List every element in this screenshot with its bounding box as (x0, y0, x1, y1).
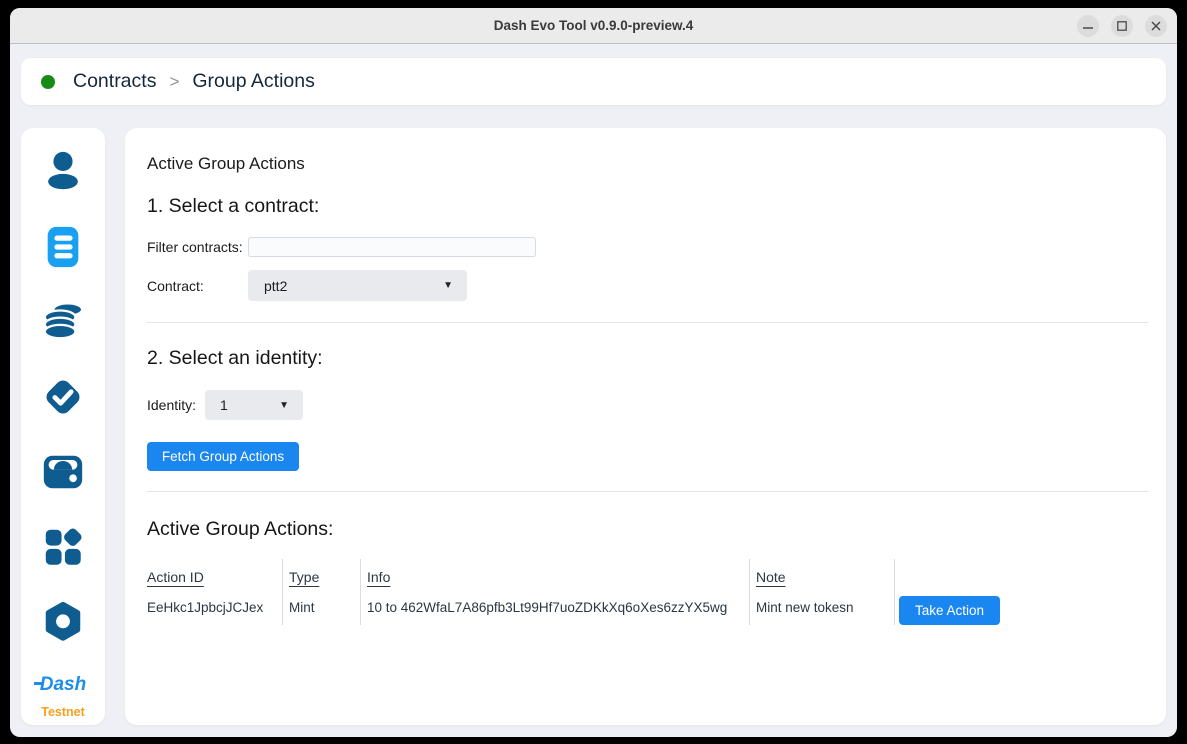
section-2-heading: 2. Select an identity: (147, 347, 1148, 370)
sidebar-item-tokens[interactable] (40, 299, 86, 345)
identity-select[interactable]: 1 ▼ (205, 390, 303, 420)
column-action-button: Take Action (895, 559, 1000, 625)
active-group-actions-heading: Active Group Actions: (147, 518, 1148, 541)
sidebar: Dash Testnet (21, 128, 105, 725)
sidebar-item-platform[interactable] (40, 599, 86, 645)
identity-label: Identity: (147, 397, 205, 413)
dash-logo: Dash (40, 674, 86, 696)
window-controls (1077, 15, 1167, 37)
table-header: Action ID (147, 559, 274, 595)
group-actions-table: Action ID EeHkc1JpbcjJCJex Type Mint Inf… (147, 559, 1148, 625)
breadcrumb-group-actions: Group Actions (192, 70, 314, 93)
filter-contracts-label: Filter contracts: (147, 239, 248, 255)
minimize-icon (1083, 21, 1093, 31)
close-button[interactable] (1145, 15, 1167, 37)
section-1-heading: 1. Select a contract: (147, 195, 1148, 218)
maximize-button[interactable] (1111, 15, 1133, 37)
table-header: Note (756, 559, 886, 595)
filter-contracts-row: Filter contracts: (147, 237, 1148, 257)
identity-select-value: 1 (220, 397, 228, 413)
app-window: Dash Evo Tool v0.9.0-preview.4 (10, 8, 1177, 737)
window-title: Dash Evo Tool v0.9.0-preview.4 (494, 18, 694, 33)
cell-note: Mint new tokesn (756, 595, 886, 615)
status-dot-icon (41, 75, 55, 89)
platform-hexagon-icon (40, 599, 86, 645)
main-panel: Active Group Actions 1. Select a contrac… (125, 128, 1166, 725)
close-icon (1151, 21, 1161, 31)
fetch-group-actions-button[interactable]: Fetch Group Actions (147, 442, 299, 471)
sidebar-item-verified[interactable] (40, 374, 86, 420)
minimize-button[interactable] (1077, 15, 1099, 37)
column-info: Info 10 to 462WfaL7A86pfb3Lt99Hf7uoZDKkX… (361, 559, 750, 625)
filter-contracts-input[interactable] (248, 237, 536, 257)
breadcrumb-separator: > (169, 72, 179, 92)
title-bar: Dash Evo Tool v0.9.0-preview.4 (10, 8, 1177, 44)
chevron-down-icon: ▼ (279, 400, 289, 411)
take-action-button[interactable]: Take Action (899, 596, 1000, 625)
contract-label: Contract: (147, 278, 248, 294)
sidebar-item-wallet[interactable] (40, 449, 86, 495)
cell-type: Mint (289, 595, 352, 615)
app-body: Contracts > Group Actions (10, 44, 1177, 736)
table-header: Info (367, 559, 741, 595)
section-divider (147, 322, 1148, 323)
column-type: Type Mint (283, 559, 361, 625)
verified-check-icon (40, 374, 86, 420)
contracts-icon (40, 224, 86, 270)
page-title: Active Group Actions (147, 154, 1148, 174)
cell-info: 10 to 462WfaL7A86pfb3Lt99Hf7uoZDKkXq6oXe… (367, 595, 741, 615)
tokens-icon (40, 299, 86, 345)
contract-select[interactable]: ptt2 ▼ (248, 270, 467, 301)
column-action-id: Action ID EeHkc1JpbcjJCJex (147, 559, 283, 625)
cell-action-id: EeHkc1JpbcjJCJex (147, 595, 274, 615)
sidebar-item-contracts[interactable] (40, 224, 86, 270)
sidebar-item-identities[interactable] (40, 149, 86, 195)
sidebar-footer: Dash Testnet (40, 674, 86, 737)
section-divider (147, 491, 1148, 492)
network-label: Testnet (40, 705, 86, 719)
breadcrumb-contracts[interactable]: Contracts (73, 70, 156, 93)
sidebar-item-apps[interactable] (40, 524, 86, 570)
table-header: Type (289, 559, 352, 595)
apps-grid-icon (40, 524, 86, 570)
identity-icon (40, 149, 86, 195)
identity-row: Identity: 1 ▼ (147, 390, 1148, 420)
maximize-icon (1117, 21, 1127, 31)
breadcrumb: Contracts > Group Actions (21, 58, 1166, 105)
wallet-icon (40, 449, 86, 495)
contract-row: Contract: ptt2 ▼ (147, 270, 1148, 301)
chevron-down-icon: ▼ (443, 280, 453, 291)
contract-select-value: ptt2 (264, 278, 287, 294)
column-note: Note Mint new tokesn (750, 559, 895, 625)
